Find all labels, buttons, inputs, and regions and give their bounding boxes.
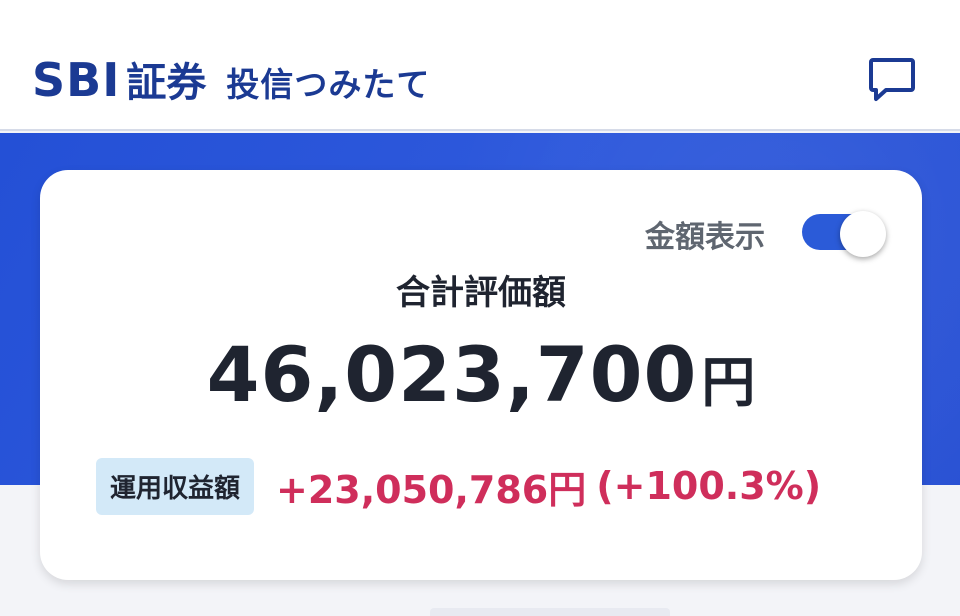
total-amount-number: 46,023,700	[206, 330, 698, 419]
chat-bubble-icon[interactable]	[866, 54, 918, 104]
asset-summary-card: 金額表示 合計評価額 46,023,700円 運用収益額 +23,050,786…	[40, 170, 922, 580]
app-name: 投信つみたて	[226, 65, 431, 104]
profit-percent: (+100.3%)	[596, 464, 822, 508]
sbi-logo: SBI 証券 投信つみたて	[32, 50, 430, 110]
profit-value: +23,050,786円	[276, 467, 587, 512]
profit-row: 運用収益額 +23,050,786円 (+100.3%)	[96, 457, 896, 515]
app-header: SBI 証券 投信つみたて	[0, 0, 960, 131]
total-valuation-amount: 46,023,700円	[40, 330, 922, 419]
next-section-edge	[430, 608, 670, 616]
amount-display-toggle[interactable]	[802, 211, 886, 257]
logo-securities-text: 証券	[126, 59, 207, 106]
profit-badge: 運用収益額	[96, 457, 255, 515]
amount-display-label: 金額表示	[645, 220, 765, 255]
total-valuation-label: 合計評価額	[396, 273, 566, 313]
toggle-knob	[840, 211, 886, 257]
logo-sbi-text: SBI	[32, 53, 121, 107]
total-amount-unit: 円	[701, 351, 756, 414]
